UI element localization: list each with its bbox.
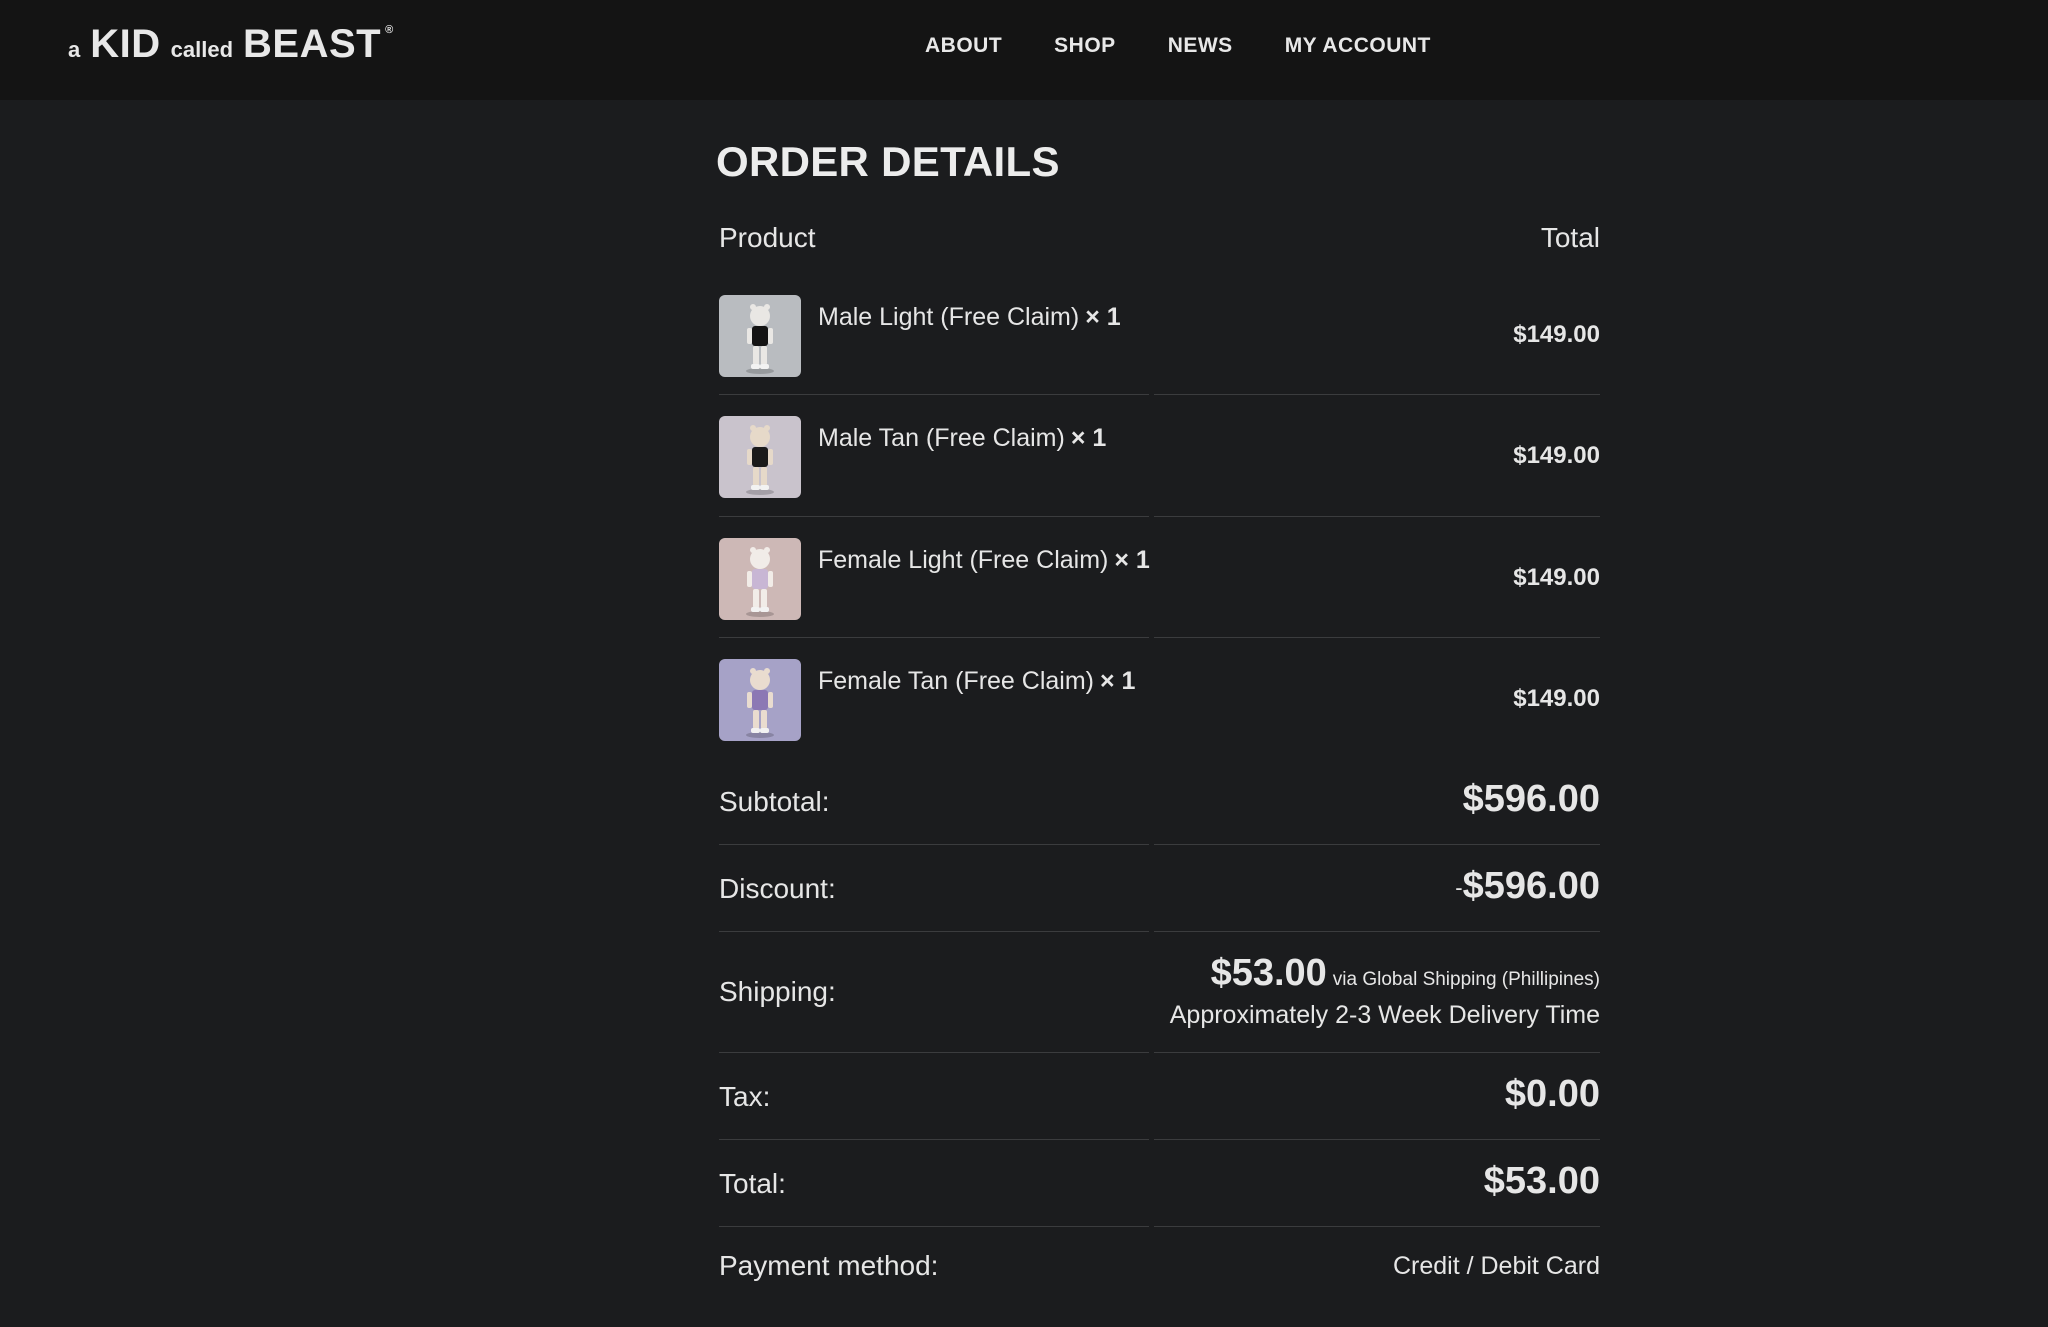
product-thumbnail[interactable] — [719, 538, 801, 620]
column-header-product: Product — [719, 222, 816, 253]
shipping-label: Shipping: — [719, 976, 836, 1007]
shipping-method: via Global Shipping (Phillipines) — [1332, 969, 1600, 990]
row-divider — [1154, 637, 1600, 638]
subtotal-label: Subtotal: — [719, 786, 830, 817]
row-divider — [1154, 1226, 1600, 1227]
product-name: Female Tan (Free Claim) — [818, 667, 1095, 695]
payment-label: Payment method: — [719, 1250, 939, 1281]
row-divider — [1154, 1139, 1600, 1140]
row-divider — [719, 844, 1149, 845]
main-nav: ABOUT SHOP NEWS MY ACCOUNT — [925, 34, 1431, 58]
subtotal-value: $596.00 — [1462, 778, 1600, 820]
nav-shop[interactable]: SHOP — [1054, 34, 1116, 58]
nav-my-account[interactable]: MY ACCOUNT — [1285, 34, 1431, 58]
brand-beast: BEAST — [243, 22, 382, 66]
site-header: a KID called BEAST ® ABOUT SHOP NEWS MY … — [0, 0, 2048, 100]
discount-value: $596.00 — [1462, 865, 1600, 907]
product-price: $149.00 — [1513, 442, 1600, 469]
product-quantity: × 1 — [1085, 303, 1121, 331]
order-item: Female Light (Free Claim) × 1 $149.00 — [719, 538, 1600, 659]
figure-icon — [719, 416, 801, 498]
product-name: Male Light (Free Claim) — [818, 303, 1080, 331]
brand-logo[interactable]: a KID called BEAST ® — [68, 22, 393, 72]
product-thumbnail[interactable] — [719, 295, 801, 377]
row-divider — [719, 1052, 1149, 1053]
total-label: Total: — [719, 1168, 786, 1199]
product-price: $149.00 — [1513, 321, 1600, 348]
row-divider — [1154, 394, 1600, 395]
tax-label: Tax: — [719, 1081, 771, 1112]
figure-icon — [719, 659, 801, 741]
row-divider — [719, 1226, 1149, 1227]
product-quantity: × 1 — [1070, 424, 1107, 452]
row-divider — [1154, 1052, 1600, 1053]
discount-sign: - — [1455, 874, 1463, 900]
product-name: Male Tan (Free Claim) — [818, 424, 1065, 452]
payment-value: Credit / Debit Card — [1392, 1252, 1600, 1280]
brand-kid: KID — [90, 22, 161, 66]
nav-news[interactable]: NEWS — [1168, 34, 1233, 58]
figure-icon — [719, 295, 801, 377]
product-thumbnail[interactable] — [719, 659, 801, 741]
order-item: Female Tan (Free Claim) × 1 $149.00 — [719, 659, 1600, 780]
shipping-value: $53.00 — [1210, 952, 1327, 994]
page-title: ORDER DETAILS — [716, 138, 1060, 185]
row-divider — [719, 1139, 1149, 1140]
row-divider — [1154, 844, 1600, 845]
product-quantity: × 1 — [1114, 546, 1150, 574]
shipping-delivery-time: Approximately 2-3 Week Delivery Time — [1169, 1001, 1600, 1029]
figure-icon — [719, 538, 801, 620]
product-price: $149.00 — [1513, 685, 1600, 712]
row-divider — [1154, 516, 1600, 517]
order-item: Male Tan (Free Claim) × 1 $149.00 — [719, 416, 1600, 537]
row-divider — [719, 637, 1149, 638]
product-price: $149.00 — [1513, 564, 1600, 591]
product-name: Female Light (Free Claim) — [818, 546, 1109, 574]
brand-prefix: a — [68, 37, 81, 62]
row-divider — [719, 931, 1149, 932]
product-thumbnail[interactable] — [719, 416, 801, 498]
registered-mark: ® — [385, 24, 394, 36]
column-header-total: Total — [1540, 222, 1600, 253]
discount-label: Discount: — [719, 873, 836, 904]
order-item: Male Light (Free Claim) × 1 $149.00 — [719, 295, 1600, 416]
brand-called: called — [170, 37, 234, 62]
row-divider — [1154, 931, 1600, 932]
nav-about[interactable]: ABOUT — [925, 34, 1002, 58]
row-divider — [719, 516, 1149, 517]
product-quantity: × 1 — [1100, 667, 1136, 695]
tax-value: $0.00 — [1504, 1073, 1600, 1115]
row-divider — [719, 394, 1149, 395]
total-value: $53.00 — [1483, 1160, 1600, 1202]
